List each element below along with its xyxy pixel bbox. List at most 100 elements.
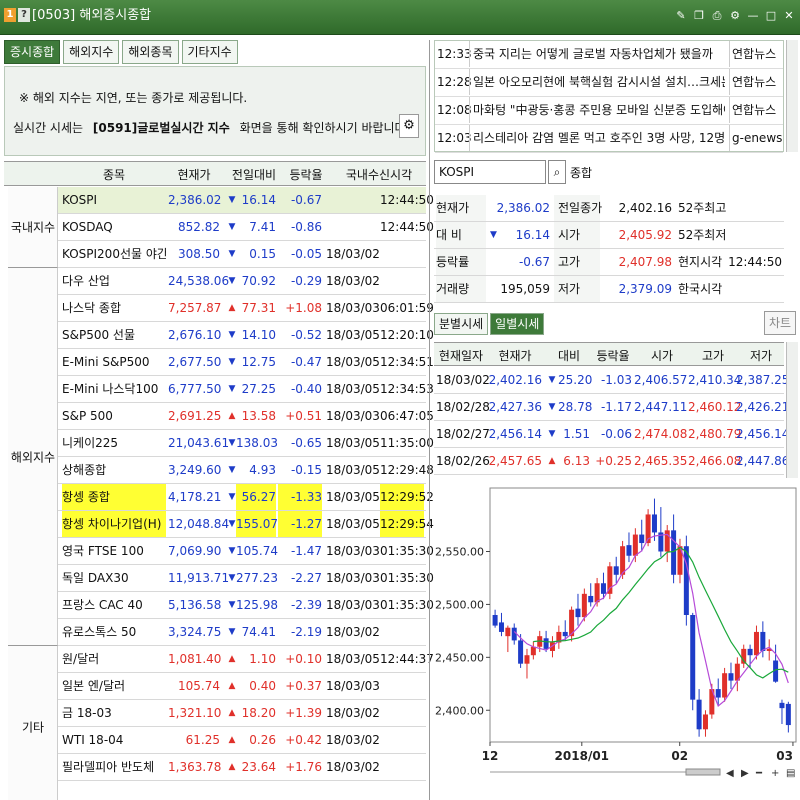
table-row[interactable]: 다우 산업 24,538.06 ▼ 70.92 -0.29 18/03/02 [58, 268, 426, 295]
note-icon[interactable]: ✎ [674, 8, 688, 24]
print-icon[interactable]: ⎙ [710, 8, 724, 24]
search-icon[interactable]: ⌕ [548, 160, 566, 184]
notice-link[interactable]: [0591]글로벌실시간 지수 [93, 121, 230, 135]
close-icon[interactable]: ✕ [782, 8, 796, 24]
daily-table-header: 현재일자 현재가 대비 등락율 시가 고가 저가 [434, 342, 784, 366]
tab-minute-quotes[interactable]: 분별시세 [434, 313, 489, 335]
daily-row[interactable]: 18/02/27 2,456.14 ▼ 1.51 -0.06 2,474.08 2,480.… [434, 421, 789, 448]
news-headline[interactable]: 중국 지리는 어떻게 글로벌 자동차업체가 됐을까 [469, 41, 725, 67]
table-row[interactable]: 금 18-03 1,321.10 ▲ 18.20 +1.39 18/03/02 [58, 700, 426, 727]
table-row[interactable]: 일본 엔/달러 105.74 ▲ 0.40 +0.37 18/03/03 [58, 673, 426, 700]
minimize-icon[interactable]: — [746, 8, 760, 24]
quote-value: -0.67 [518, 255, 550, 269]
row-name: WTI 18-04 [62, 733, 124, 747]
table-row[interactable]: KOSPI200선물 야간 308.50 ▼ 0.15 -0.05 18/03/02 [58, 241, 426, 268]
table-row[interactable]: E-Mini S&P500 2,677.50 ▼ 12.75 -0.47 18/03/05… [58, 349, 434, 376]
header-name[interactable]: 종목 [64, 166, 164, 183]
row-time: 01:35:30 [380, 571, 434, 585]
header-change[interactable]: 전일대비 [226, 166, 282, 183]
panel-divider[interactable] [429, 40, 430, 800]
news-item[interactable]: 12:08 마화텅 "中광둥·홍콩 주민용 모바일 신분증 도입해야" 연합뉴스 [435, 97, 783, 125]
table-row[interactable]: KOSDAQ 852.82 ▼ 7.41 -0.86 12:44:50 [58, 214, 434, 241]
news-item[interactable]: 12:33 중국 지리는 어떻게 글로벌 자동차업체가 됐을까 연합뉴스 [435, 41, 783, 69]
tab-daily-quotes[interactable]: 일별시세 [490, 313, 545, 335]
table-row[interactable]: 항셍 종합 4,178.21 ▼ 56.27 -1.33 18/03/05 12:29:52 [58, 484, 434, 511]
table-row[interactable]: WTI 18-04 61.25 ▲ 0.26 +0.42 18/03/02 [58, 727, 426, 754]
daily-open: 2,406.57 [634, 373, 688, 387]
row-rate: -0.29 [290, 274, 322, 288]
help-badge[interactable]: ? [18, 8, 30, 22]
table-row[interactable]: 니케이225 21,043.61 ▼ 138.03 -0.65 18/03/05 11:35… [58, 430, 434, 457]
screen-number-badge[interactable]: 1 [4, 8, 16, 22]
settings-icon[interactable]: ⚙ [728, 8, 742, 24]
row-change: 0.40 [249, 679, 276, 693]
row-date: 18/03/03 [326, 409, 380, 423]
row-price: 852.82 [178, 220, 220, 234]
news-item[interactable]: 12:03 리스테리아 감염 멜론 먹고 호주인 3명 사망, 12명 입원 g… [435, 125, 783, 153]
table-row[interactable]: S&P500 선물 2,676.10 ▼ 14.10 -0.52 18/03/05 12:2… [58, 322, 434, 349]
row-rate: -1.33 [278, 484, 322, 510]
table-row[interactable]: E-Mini 나스닥100 6,777.50 ▼ 27.25 -0.40 18/03/05… [58, 376, 434, 403]
news-headline[interactable]: 일본 아오모리현에 북핵실험 감시시설 설치…크세논 [469, 69, 725, 95]
group-label-text: 해외지수 [10, 450, 56, 464]
table-row[interactable]: 유로스톡스 50 3,324.75 ▼ 74.41 -2.19 18/03/02 [58, 619, 426, 646]
notice-line-2: 실시간 시세는 [0591]글로벌실시간 지수 화면을 통해 확인하시기 바랍니… [13, 119, 409, 136]
daily-row[interactable]: 18/03/02 2,402.16 ▼ 25.20 -1.03 2,406.57 2,410… [434, 367, 789, 394]
candle-body [760, 631, 766, 651]
row-rate: -0.05 [290, 247, 322, 261]
group-label: 국내지수 [8, 187, 58, 268]
daily-scrollbar[interactable] [786, 342, 798, 478]
table-row[interactable]: 독일 DAX30 11,913.71 ▼ 277.23 -2.27 18/03/03 01:… [58, 565, 434, 592]
table-row[interactable]: S&P 500 2,691.25 ▲ 13.58 +0.51 18/03/03 06:47:… [58, 403, 434, 430]
quote-label: 52주최고 [678, 201, 727, 215]
news-scrollbar[interactable] [786, 40, 798, 152]
index-table-header: 종목 현재가 전일대비 등락율 국내수신시각 [4, 161, 426, 186]
quote-label: 고가 [554, 249, 600, 275]
row-date: 18/03/05 [326, 517, 380, 531]
table-row[interactable]: 항셍 차이나기업(H) 12,048.84 ▼ 155.07 -1.27 18/03/05… [58, 511, 434, 538]
header-rate[interactable]: 등락율 [284, 166, 328, 183]
header-time[interactable]: 국내수신시각 [334, 166, 424, 183]
table-row[interactable]: 영국 FTSE 100 7,069.90 ▼ 105.74 -1.47 18/03/03 0… [58, 538, 434, 565]
tab-foreign-index[interactable]: 해외지수 [63, 40, 120, 64]
news-headline[interactable]: 리스테리아 감염 멜론 먹고 호주인 3명 사망, 12명 입원 [469, 125, 725, 151]
row-name: E-Mini S&P500 [62, 355, 150, 369]
row-price: 2,386.02 [168, 193, 222, 207]
daily-row[interactable]: 18/02/28 2,427.36 ▼ 28.78 -1.17 2,447.11 2,460… [434, 394, 789, 421]
news-item[interactable]: 12:28 일본 아오모리현에 북핵실험 감시시설 설치…크세논 연합뉴스 [435, 69, 783, 97]
window-title: [0503] 해외증시종합 [32, 8, 152, 23]
chart-button[interactable]: 차트 [764, 311, 796, 335]
tab-foreign-stock[interactable]: 해외종목 [122, 40, 179, 64]
tab-market-overview[interactable]: 증시종합 [4, 40, 61, 64]
quote-label: 현재가 [436, 195, 486, 221]
copy-icon[interactable]: ❐ [692, 8, 706, 24]
row-time [380, 241, 424, 267]
row-price: 7,069.90 [168, 544, 222, 558]
table-row[interactable]: 상해종합 3,249.60 ▼ 4.93 -0.15 18/03/05 12:29:48 [58, 457, 434, 484]
tab-other-index[interactable]: 기타지수 [181, 40, 238, 64]
candle-body [524, 655, 530, 664]
table-row[interactable]: 나스닥 종합 7,257.87 ▲ 77.31 +1.08 18/03/03 06:01:5… [58, 295, 434, 322]
quote-label: 등락률 [436, 249, 486, 275]
table-row[interactable]: 원/달러 1,081.40 ▲ 1.10 +0.10 18/03/05 12:44:37 [58, 646, 434, 673]
row-rate: +0.51 [285, 409, 322, 423]
table-row[interactable]: 필라델피아 반도체 1,363.78 ▲ 23.64 +1.76 18/03/02 [58, 754, 426, 781]
maximize-icon[interactable]: □ [764, 8, 778, 24]
row-time: 06:01:59 [380, 301, 434, 315]
candle-body [683, 546, 689, 615]
daily-row[interactable]: 18/02/26 2,457.65 ▲ 6.13 +0.25 2,465.35 2,466.… [434, 448, 789, 475]
candle-body [588, 595, 594, 603]
symbol-input[interactable]: KOSPI [434, 160, 546, 184]
row-price: 6,777.50 [168, 382, 222, 396]
price-chart[interactable]: 2,550.00 2,500.00 2,450.00 2,400.00 12 2018/0… [434, 482, 798, 798]
table-row[interactable]: 프랑스 CAC 40 5,136.58 ▼ 125.98 -2.39 18/03/03 01… [58, 592, 434, 619]
row-date [326, 187, 374, 213]
daily-diff: 6.13 [563, 454, 590, 468]
candle-body [575, 608, 581, 618]
header-price[interactable]: 현재가 [164, 166, 224, 183]
candle-body [505, 627, 511, 637]
row-date: 18/03/03 [326, 679, 380, 693]
news-headline[interactable]: 마화텅 "中광둥·홍콩 주민용 모바일 신분증 도입해야" [469, 97, 725, 123]
gear-icon[interactable]: ⚙ [399, 114, 419, 138]
table-row[interactable]: KOSPI 2,386.02 ▼ 16.14 -0.67 12:44:50 [58, 187, 434, 214]
